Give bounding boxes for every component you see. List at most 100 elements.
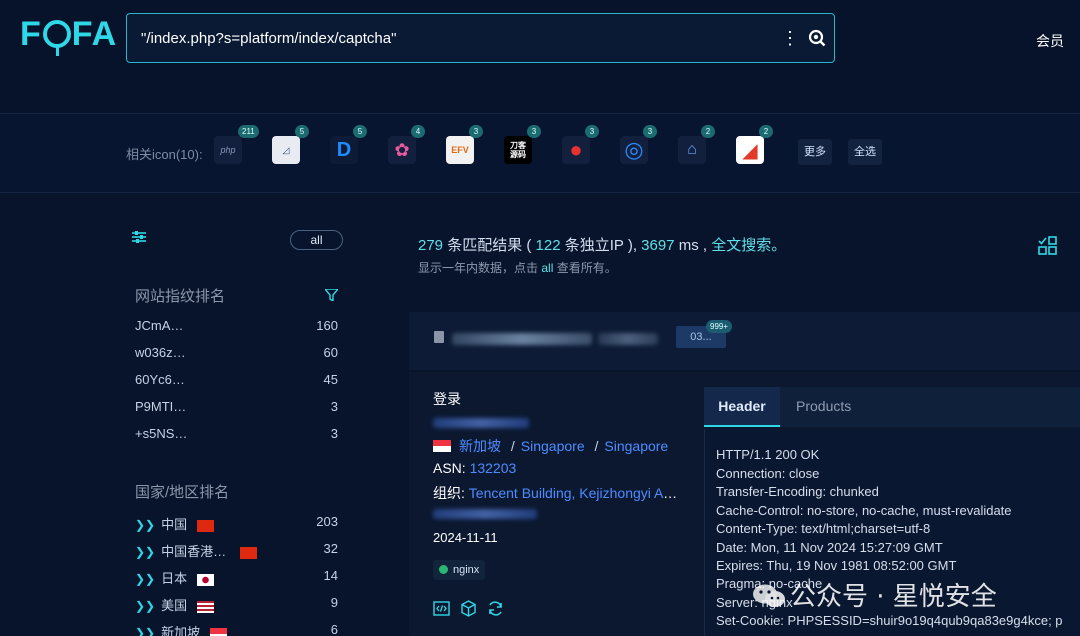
header-line: Transfer-Encoding: chunked — [716, 484, 879, 499]
rank-name: 美国 — [161, 598, 188, 613]
hongkong-flag-icon — [240, 546, 258, 559]
query-time: 3697 — [641, 237, 675, 254]
refresh-icon[interactable] — [487, 600, 504, 622]
fingerprint-rank-item[interactable]: w036z… 60 — [135, 345, 338, 365]
chevron-right-icon: ❯❯ — [135, 518, 156, 532]
header-line: Cache-Control: no-store, no-cache, must-… — [716, 503, 1012, 518]
count-badge: 4 — [411, 125, 425, 138]
icon-glyph: EFV — [451, 145, 469, 155]
code-icon[interactable] — [433, 600, 450, 622]
icon-glyph: php — [220, 145, 236, 155]
rank-count: 160 — [316, 318, 338, 333]
member-link[interactable]: 会员 — [1036, 31, 1064, 51]
server-tag[interactable]: nginx — [433, 560, 486, 580]
wechat-watermark: 公众号 · 星悦安全 — [752, 576, 997, 613]
count-badge: 211 — [238, 125, 259, 138]
ip-count: 122 — [535, 237, 561, 254]
rank-count: 9 — [330, 595, 338, 610]
count-badge: 2 — [701, 125, 715, 138]
search-icon[interactable] — [800, 29, 834, 47]
filter-settings-icon[interactable] — [132, 230, 146, 249]
rank-count: 3 — [330, 399, 338, 414]
asn-label: ASN: — [433, 460, 466, 476]
ip-label: 条独立IP ), — [564, 237, 637, 254]
country-rank-item[interactable]: ❯❯ 中国 203 — [135, 514, 338, 534]
favicon-icon[interactable]: ✿ — [388, 136, 416, 164]
region-link[interactable]: Singapore — [521, 438, 585, 454]
favicon-icon[interactable]: ⌂ — [678, 136, 706, 164]
favicon-icon[interactable]: D — [330, 136, 358, 164]
rank-name: +s5NS… — [135, 426, 188, 441]
icon-glyph: ◎ — [624, 137, 644, 162]
favicon-icon[interactable]: EFV — [446, 136, 474, 164]
location-row: 新加坡 / Singapore / Singapore — [433, 436, 668, 456]
redacted-host — [452, 333, 592, 345]
usa-flag-icon — [197, 600, 215, 613]
redacted-domain[interactable] — [433, 509, 537, 519]
wechat-icon — [752, 583, 786, 609]
tab-products[interactable]: Products — [796, 387, 851, 427]
filter-funnel-icon[interactable] — [323, 288, 340, 306]
fulltext-search-link[interactable]: 全文搜索。 — [711, 237, 786, 254]
fingerprint-rank-item[interactable]: JCmA… 160 — [135, 318, 338, 338]
fofa-app: FFA ⋮ 会员 相关icon(10): php 211 ◿ 5 D 5 ✿ 4… — [0, 0, 1080, 636]
icon-glyph: D — [336, 138, 352, 161]
header-line: Content-Type: text/html;charset=utf-8 — [716, 521, 931, 536]
sub-text: 显示一年内数据，点击 — [418, 261, 539, 275]
header-line: Expires: Thu, 19 Nov 1981 08:52:00 GMT — [716, 558, 957, 573]
server-tag-label: nginx — [453, 564, 480, 576]
chevron-right-icon: ❯❯ — [135, 545, 156, 559]
cube-icon[interactable] — [460, 600, 477, 622]
org-link[interactable]: Tencent Building, Kejizhongyi Av… — [469, 485, 683, 501]
city-link[interactable]: Singapore — [604, 438, 668, 454]
show-all-link[interactable]: all — [541, 261, 553, 275]
grid-view-icon[interactable] — [1038, 236, 1058, 261]
fofa-logo[interactable]: F FA — [20, 15, 117, 56]
singapore-flag-icon — [210, 627, 228, 636]
rank-name: JCmA… — [135, 318, 184, 333]
rank-name: 中国香港… — [161, 544, 227, 559]
country-link[interactable]: 新加坡 — [459, 438, 501, 454]
more-options-icon[interactable]: ⋮ — [780, 28, 800, 49]
select-all-button[interactable]: 全选 — [848, 139, 882, 165]
rank-name: 新加坡 — [161, 625, 201, 636]
singapore-flag-icon — [433, 440, 451, 452]
separator: / — [510, 438, 515, 454]
result-actions — [433, 600, 504, 622]
header-line: Connection: close — [716, 466, 820, 481]
fingerprint-rank-item[interactable]: P9MTI… 3 — [135, 399, 338, 419]
icon-glyph: ⌂ — [687, 141, 697, 158]
header-line: Date: Mon, 11 Nov 2024 15:27:09 GMT — [716, 540, 943, 555]
tab-header[interactable]: Header — [704, 387, 780, 427]
favicon-icon[interactable]: ◿ — [272, 136, 300, 164]
all-filter-button[interactable]: all — [290, 230, 343, 250]
search-input[interactable] — [127, 14, 780, 62]
favicon-icon[interactable]: ◎ — [620, 136, 648, 164]
asn-link[interactable]: 132203 — [470, 460, 517, 476]
more-icons-button[interactable]: 更多 — [798, 139, 832, 165]
favicon-icon[interactable]: 刀客 源码 — [504, 136, 532, 164]
fingerprint-rank-title: 网站指纹排名 — [135, 288, 226, 305]
country-rank-item[interactable]: ❯❯ 美国 9 — [135, 595, 338, 615]
watermark-text: 公众号 · 星悦安全 — [790, 582, 997, 612]
favicon-icon[interactable]: ● — [562, 136, 590, 164]
fingerprint-rank-item[interactable]: +s5NS… 3 — [135, 426, 338, 446]
country-rank-item[interactable]: ❯❯ 新加坡 6 — [135, 622, 338, 636]
favicon-icon[interactable]: php — [214, 136, 242, 164]
host-type-icon — [434, 331, 444, 343]
rank-count: 6 — [330, 622, 338, 636]
icon-glyph: ◢ — [742, 139, 758, 162]
icon-glyph: ✿ — [394, 139, 410, 160]
count-badge: 3 — [643, 125, 657, 138]
country-rank-item[interactable]: ❯❯ 日本 14 — [135, 568, 338, 588]
detail-tabs: Header Products — [704, 387, 1080, 427]
country-rank-item[interactable]: ❯❯ 中国香港… 32 — [135, 541, 338, 561]
favicon-icon[interactable]: ◢ — [736, 136, 764, 164]
org-row: 组织: Tencent Building, Kejizhongyi Av… — [433, 483, 683, 503]
redacted-url[interactable] — [433, 418, 529, 428]
result-label: 条匹配结果 ( — [447, 237, 532, 254]
rank-name: w036z… — [135, 345, 186, 360]
fingerprint-rank-item[interactable]: 60Yc6… 45 — [135, 372, 338, 392]
date-text: 2024-11-11 — [433, 530, 498, 545]
country-rank-title: 国家/地区排名 — [135, 484, 230, 501]
